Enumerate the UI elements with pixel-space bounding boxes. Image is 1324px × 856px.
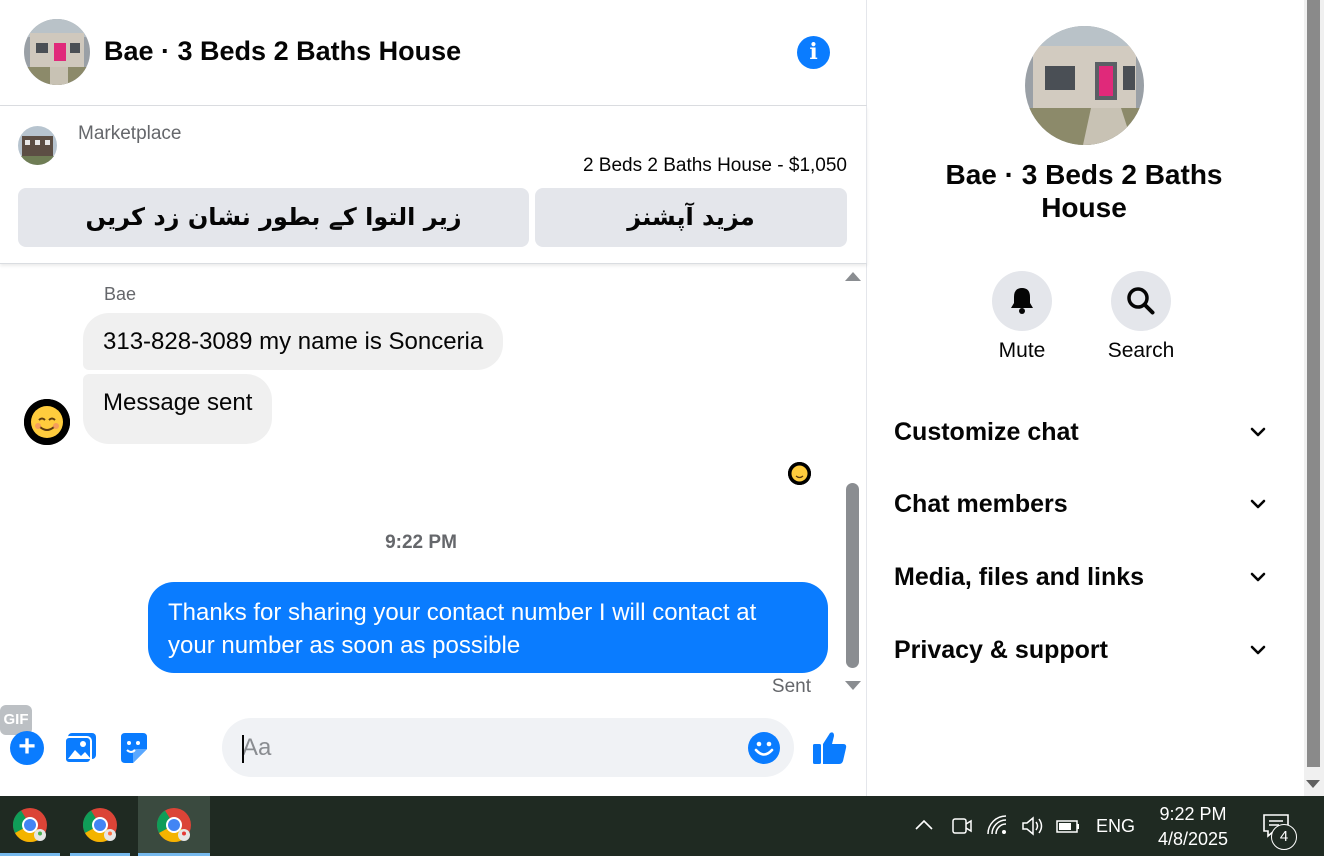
battery-icon[interactable] bbox=[1056, 814, 1080, 838]
chevron-down-icon bbox=[1250, 427, 1266, 437]
page-scrollbar[interactable] bbox=[1304, 0, 1324, 796]
photo-icon[interactable] bbox=[64, 731, 98, 765]
chevron-down-icon bbox=[1250, 645, 1266, 655]
page-scroll-down-icon[interactable] bbox=[1306, 780, 1320, 788]
section-label: Privacy & support bbox=[894, 636, 1108, 664]
conversation-avatar[interactable] bbox=[24, 19, 90, 85]
chrome-icon bbox=[156, 808, 191, 842]
mute-label: Mute bbox=[998, 339, 1046, 362]
taskbar-chrome-1[interactable] bbox=[0, 796, 60, 856]
section-label: Media, files and links bbox=[894, 563, 1145, 591]
marketplace-banner: Marketplace 2 Beds 2 Baths House - $1,05… bbox=[0, 106, 867, 264]
listing-title[interactable]: 2 Beds 2 Baths House - $1,050 bbox=[583, 155, 847, 177]
chrome-icon bbox=[82, 808, 117, 842]
scroll-up-arrow-icon[interactable] bbox=[845, 272, 861, 281]
thumbs-up-icon[interactable] bbox=[811, 729, 849, 767]
sender-name: Bae bbox=[104, 284, 137, 304]
meet-now-icon[interactable] bbox=[950, 814, 974, 838]
sticker-icon[interactable] bbox=[117, 731, 151, 765]
incoming-message[interactable]: Message sent bbox=[83, 374, 273, 444]
notification-count-badge: 4 bbox=[1271, 824, 1297, 850]
message-status: Sent bbox=[771, 676, 811, 697]
emoji-icon[interactable] bbox=[747, 731, 781, 765]
incoming-message[interactable]: 313-828-3089 my name is Sonceria bbox=[83, 313, 504, 370]
search-label: Search bbox=[1107, 339, 1175, 362]
mark-pending-button[interactable]: زیر التوا کے بطور نشان زد کریں bbox=[18, 188, 529, 247]
message-input[interactable] bbox=[222, 718, 794, 777]
conversation-details-pane: Bae · 3 Beds 2 Baths House Mute Search C… bbox=[868, 0, 1304, 796]
system-clock[interactable]: 9:22 PM 4/8/2025 bbox=[1140, 802, 1246, 852]
listing-thumbnail[interactable] bbox=[18, 126, 57, 165]
section-privacy-support[interactable]: Privacy & support bbox=[894, 630, 1274, 670]
wifi-icon[interactable] bbox=[986, 814, 1010, 838]
section-customize-chat[interactable]: Customize chat bbox=[894, 412, 1274, 452]
plus-icon[interactable]: + bbox=[10, 731, 44, 765]
conversation-title[interactable]: Bae · 3 Beds 2 Baths House bbox=[104, 36, 461, 67]
windows-taskbar: ENG 9:22 PM 4/8/2025 4 bbox=[0, 796, 1324, 856]
chat-header: Bae · 3 Beds 2 Baths House i bbox=[0, 0, 867, 106]
chevron-up-icon[interactable] bbox=[912, 814, 936, 838]
info-icon[interactable]: i bbox=[797, 36, 830, 69]
section-label: Customize chat bbox=[894, 418, 1079, 446]
chevron-down-icon bbox=[1250, 499, 1266, 509]
chat-pane: Bae · 3 Beds 2 Baths House i Marketplace… bbox=[0, 0, 867, 796]
marketplace-label: Marketplace bbox=[78, 123, 182, 144]
scroll-down-arrow-icon[interactable] bbox=[845, 681, 861, 690]
outgoing-message[interactable]: Thanks for sharing your contact number I… bbox=[148, 582, 828, 673]
section-chat-members[interactable]: Chat members bbox=[894, 484, 1274, 524]
bell-icon[interactable] bbox=[992, 271, 1052, 331]
clock-time: 9:22 PM bbox=[1159, 804, 1227, 824]
page-scroll-thumb[interactable] bbox=[1307, 0, 1320, 767]
message-composer: + GIF bbox=[0, 705, 867, 796]
scroll-thumb[interactable] bbox=[846, 483, 859, 668]
chevron-down-icon bbox=[1250, 572, 1266, 582]
section-media-files-links[interactable]: Media, files and links bbox=[894, 557, 1274, 597]
details-avatar[interactable] bbox=[1025, 26, 1144, 145]
section-label: Chat members bbox=[894, 490, 1068, 518]
taskbar-chrome-2[interactable] bbox=[70, 796, 130, 856]
clock-date: 4/8/2025 bbox=[1157, 829, 1229, 849]
seen-indicator-avatar bbox=[788, 462, 811, 485]
messenger-window: Bae · 3 Beds 2 Baths House i Marketplace… bbox=[0, 0, 1324, 796]
search-icon[interactable] bbox=[1111, 271, 1171, 331]
chrome-icon bbox=[12, 808, 47, 842]
message-list: Bae 313-828-3089 my name is Sonceria Mes… bbox=[0, 265, 842, 705]
language-indicator[interactable]: ENG bbox=[1096, 816, 1135, 837]
search-button[interactable]: Search bbox=[1091, 271, 1191, 363]
volume-icon[interactable] bbox=[1020, 814, 1044, 838]
details-title: Bae · 3 Beds 2 Baths House bbox=[945, 159, 1223, 223]
timestamp-separator: 9:22 PM bbox=[385, 532, 457, 553]
message-scrollbar[interactable] bbox=[842, 265, 862, 705]
mute-button[interactable]: Mute bbox=[972, 271, 1072, 363]
text-caret bbox=[242, 735, 244, 763]
sender-avatar[interactable] bbox=[24, 399, 70, 445]
more-options-button[interactable]: مزید آپشنز bbox=[535, 188, 847, 247]
taskbar-chrome-3[interactable] bbox=[138, 796, 210, 856]
